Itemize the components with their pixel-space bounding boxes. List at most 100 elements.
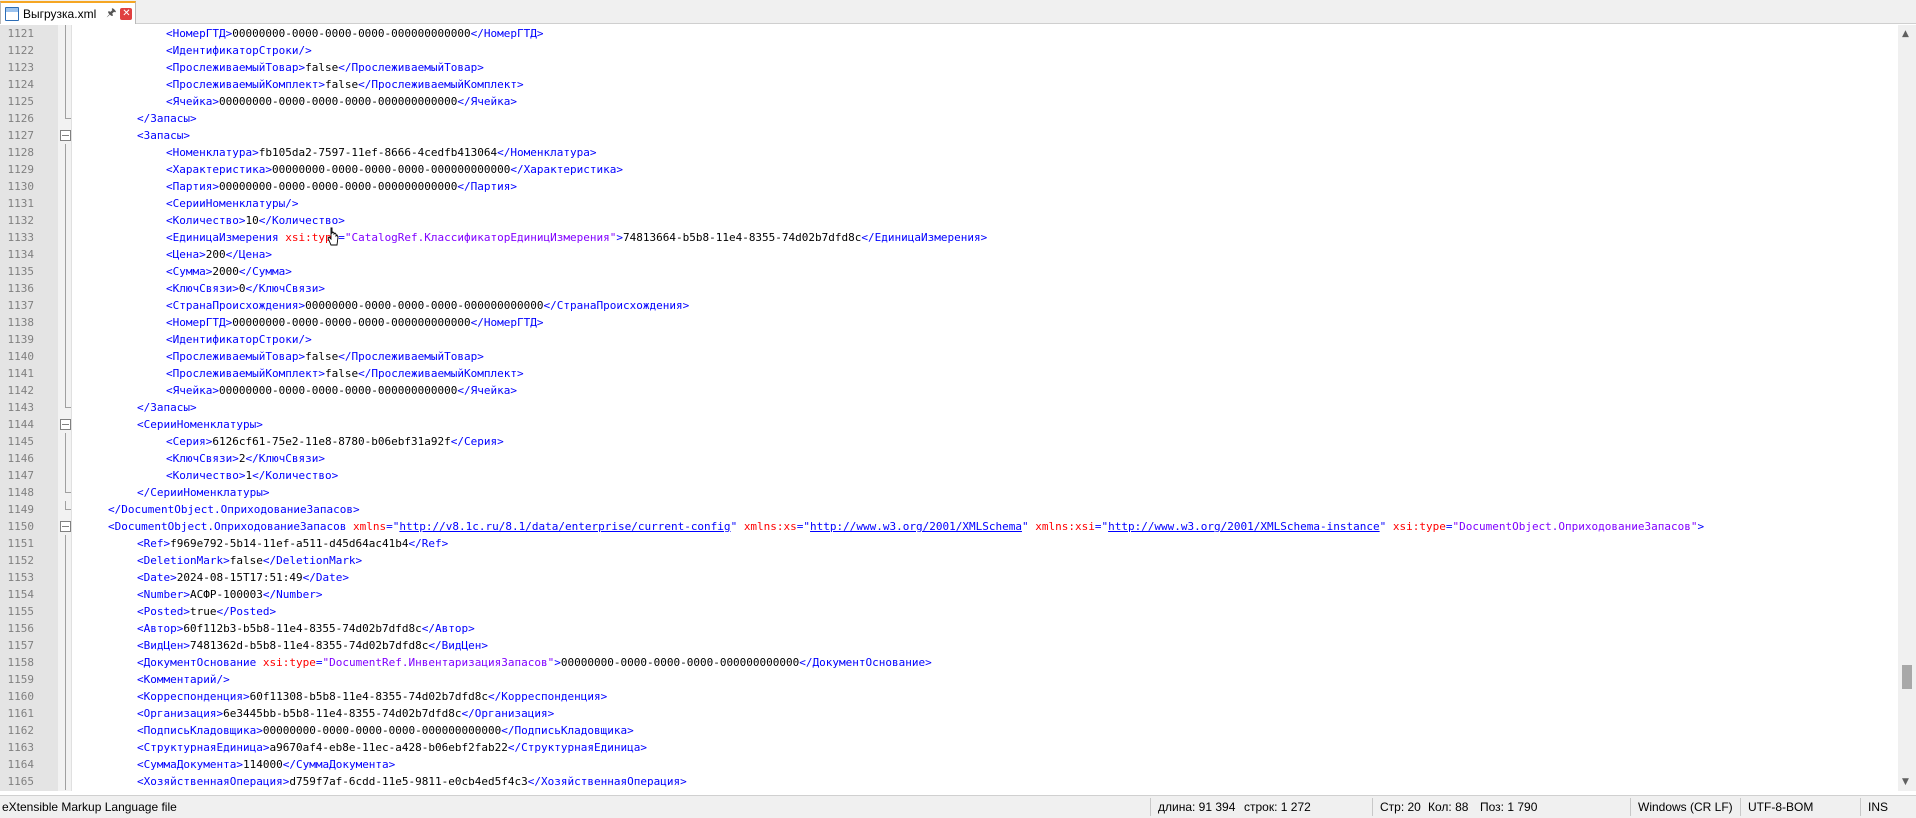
fold-line bbox=[59, 297, 71, 314]
code-line[interactable]: 1132 <Количество>10</Количество> bbox=[0, 212, 1898, 229]
code-line[interactable]: 1138 <НомерГТД>00000000-0000-0000-0000-00… bbox=[0, 314, 1898, 331]
code-line[interactable]: 1165 <ХозяйственнаяОперация>d759f7af-6cdd… bbox=[0, 773, 1898, 790]
token-tag: </Партия> bbox=[457, 180, 518, 193]
status-col: Кол: 88 bbox=[1428, 800, 1469, 814]
code-line[interactable]: 1122 <ИдентификаторСтроки/> bbox=[0, 42, 1898, 59]
code-line[interactable]: 1161 <Организация>6e3445bb-b5b8-11e4-8355… bbox=[0, 705, 1898, 722]
scroll-thumb[interactable] bbox=[1902, 665, 1912, 689]
token-tag: <ИдентификаторСтроки/> bbox=[166, 333, 312, 346]
token-txt: 10 bbox=[245, 214, 259, 227]
token-txt: true bbox=[189, 605, 217, 618]
code-line[interactable]: 1125 <Ячейка>00000000-0000-0000-0000-0000… bbox=[0, 93, 1898, 110]
code-line[interactable]: 1148 </СерииНоменклатуры> bbox=[0, 484, 1898, 501]
code-line[interactable]: 1149 </DocumentObject.ОприходованиеЗапасо… bbox=[0, 501, 1898, 518]
code-line[interactable]: 1162 <ПодписьКладовщика>00000000-0000-000… bbox=[0, 722, 1898, 739]
code-line[interactable]: 1134 <Цена>200</Цена> bbox=[0, 246, 1898, 263]
line-number: 1157 bbox=[7, 639, 35, 652]
code-line[interactable]: 1156 <Автор>60f112b3-b5b8-11e4-8355-74d02… bbox=[0, 620, 1898, 637]
fold-line bbox=[59, 212, 71, 229]
code-line[interactable]: 1136 <КлючСвязи>0</КлючСвязи> bbox=[0, 280, 1898, 297]
code-line[interactable]: 1145 <Серия>6126cf61-75e2-11e8-8780-b06eb… bbox=[0, 433, 1898, 450]
status-pos: Поз: 1 790 bbox=[1480, 800, 1538, 814]
token-txt: 6126cf61-75e2-11e8-8780-b06ebf31a92f bbox=[212, 435, 451, 448]
line-number: 1153 bbox=[7, 571, 35, 584]
scroll-up-icon[interactable]: ▲ bbox=[1902, 29, 1909, 39]
code-line[interactable]: 1159 <Комментарий/> bbox=[0, 671, 1898, 688]
code-line[interactable]: 1127 <Запасы> bbox=[0, 127, 1898, 144]
token-tag: </Автор> bbox=[421, 622, 475, 635]
code-line[interactable]: 1163 <СтруктурнаяЕдиница>a9670af4-eb8e-11… bbox=[0, 739, 1898, 756]
code-text: </Запасы> bbox=[137, 110, 197, 127]
code-line[interactable]: 1121 <НомерГТД>00000000-0000-0000-0000-00… bbox=[0, 25, 1898, 42]
code-text: <СуммаДокумента>114000</СуммаДокумента> bbox=[137, 756, 395, 773]
fold-toggle-icon[interactable] bbox=[59, 127, 71, 144]
fold-line bbox=[59, 569, 71, 586]
code-line[interactable]: 1155 <Posted>true</Posted> bbox=[0, 603, 1898, 620]
token-tag: <Количество> bbox=[166, 214, 246, 227]
line-number: 1151 bbox=[7, 537, 35, 550]
scroll-down-icon[interactable]: ▼ bbox=[1902, 777, 1909, 787]
code-text: <Партия>00000000-0000-0000-0000-00000000… bbox=[166, 178, 517, 195]
code-line[interactable]: 1143 </Запасы> bbox=[0, 399, 1898, 416]
code-line[interactable]: 1146 <КлючСвязи>2</КлючСвязи> bbox=[0, 450, 1898, 467]
code-line[interactable]: 1137 <СтранаПроисхождения>00000000-0000-0… bbox=[0, 297, 1898, 314]
code-line[interactable]: 1160 <Корреспонденция>60f11308-b5b8-11e4-… bbox=[0, 688, 1898, 705]
code-line[interactable]: 1131 <СерииНоменклатуры/> bbox=[0, 195, 1898, 212]
code-line[interactable]: 1164 <СуммаДокумента>114000</СуммаДокумен… bbox=[0, 756, 1898, 773]
close-icon[interactable]: ✕ bbox=[120, 7, 133, 20]
code-line[interactable]: 1128 <Номенклатура>fb105da2-7597-11ef-866… bbox=[0, 144, 1898, 161]
token-tag: <Ячейка> bbox=[166, 384, 219, 397]
code-line[interactable]: 1147 <Количество>1</Количество> bbox=[0, 467, 1898, 484]
token-link[interactable]: http://v8.1c.ru/8.1/data/enterprise/curr… bbox=[399, 520, 730, 533]
code-line[interactable]: 1144 <СерииНоменклатуры> bbox=[0, 416, 1898, 433]
code-line[interactable]: 1142 <Ячейка>00000000-0000-0000-0000-0000… bbox=[0, 382, 1898, 399]
line-number: 1155 bbox=[7, 605, 35, 618]
status-encoding[interactable]: UTF-8-BOM bbox=[1748, 800, 1813, 814]
token-link[interactable]: http://www.w3.org/2001/XMLSchema bbox=[810, 520, 1022, 533]
code-text: <СтруктурнаяЕдиница>a9670af4-eb8e-11ec-a… bbox=[137, 739, 647, 756]
token-tag: <Ref> bbox=[137, 537, 171, 550]
status-eol[interactable]: Windows (CR LF) bbox=[1638, 800, 1733, 814]
token-tag: </Организация> bbox=[461, 707, 555, 720]
code-line[interactable]: 1129 <Характеристика>00000000-0000-0000-0… bbox=[0, 161, 1898, 178]
code-line[interactable]: 1158 <ДокументОснование xsi:type="Documen… bbox=[0, 654, 1898, 671]
token-txt: 114000 bbox=[242, 758, 283, 771]
fold-line bbox=[59, 382, 71, 399]
token-tag: </СтруктурнаяЕдиница> bbox=[507, 741, 647, 754]
code-line[interactable]: 1153 <Date>2024-08-15T17:51:49</Date> bbox=[0, 569, 1898, 586]
code-line[interactable]: 1154 <Number>АСФР-100003</Number> bbox=[0, 586, 1898, 603]
code-line[interactable]: 1135 <Сумма>2000</Сумма> bbox=[0, 263, 1898, 280]
code-text: <ПодписьКладовщика>00000000-0000-0000-00… bbox=[137, 722, 634, 739]
code-line[interactable]: 1124 <ПрослеживаемыйКомплект>false</Просл… bbox=[0, 76, 1898, 93]
token-link[interactable]: http://www.w3.org/2001/XMLSchema-instanc… bbox=[1108, 520, 1380, 533]
fold-line bbox=[59, 348, 71, 365]
token-tag: <Корреспонденция> bbox=[137, 690, 250, 703]
code-line[interactable]: 1126 </Запасы> bbox=[0, 110, 1898, 127]
status-mode[interactable]: INS bbox=[1868, 800, 1888, 814]
editor-area[interactable]: 1121 <НомерГТД>00000000-0000-0000-0000-00… bbox=[0, 25, 1898, 791]
vertical-scrollbar[interactable]: ▲ ▼ bbox=[1898, 25, 1916, 791]
fold-toggle-icon[interactable] bbox=[59, 518, 71, 535]
code-text: <ХозяйственнаяОперация>d759f7af-6cdd-11e… bbox=[137, 773, 687, 790]
token-txt: 60f112b3-b5b8-11e4-8355-74d02b7dfd8c bbox=[183, 622, 422, 635]
code-line[interactable]: 1130 <Партия>00000000-0000-0000-0000-0000… bbox=[0, 178, 1898, 195]
token-tag: <СерииНоменклатуры/> bbox=[166, 197, 299, 210]
pin-icon[interactable]: 🖈 bbox=[106, 4, 116, 23]
fold-line bbox=[59, 705, 71, 722]
code-line[interactable]: 1141 <ПрослеживаемыйКомплект>false</Просл… bbox=[0, 365, 1898, 382]
code-line[interactable]: 1133 <ЕдиницаИзмерения xsi:type="CatalogR… bbox=[0, 229, 1898, 246]
fold-toggle-icon[interactable] bbox=[59, 416, 71, 433]
code-line[interactable]: 1140 <ПрослеживаемыйТовар>false</Прослежи… bbox=[0, 348, 1898, 365]
token-txt: 60f11308-b5b8-11e4-8355-74d02b7dfd8c bbox=[249, 690, 489, 703]
code-line[interactable]: 1157 <ВидЦен>7481362d-b5b8-11e4-8355-74d0… bbox=[0, 637, 1898, 654]
file-icon bbox=[5, 6, 19, 21]
code-line[interactable]: 1151 <Ref>f969e792-5b14-11ef-a511-d45d64a… bbox=[0, 535, 1898, 552]
token-tag: </КлючСвязи> bbox=[245, 452, 325, 465]
code-line[interactable]: 1123 <ПрослеживаемыйТовар>false</Прослежи… bbox=[0, 59, 1898, 76]
code-line[interactable]: 1139 <ИдентификаторСтроки/> bbox=[0, 331, 1898, 348]
fold-line bbox=[59, 331, 71, 348]
code-line[interactable]: 1150 <DocumentObject.ОприходованиеЗапасов… bbox=[0, 518, 1898, 535]
tab-vygruzka-xml[interactable]: Выгрузка.xml 🖈 ✕ bbox=[0, 1, 136, 24]
line-number: 1159 bbox=[7, 673, 35, 686]
code-line[interactable]: 1152 <DeletionMark>false</DeletionMark> bbox=[0, 552, 1898, 569]
